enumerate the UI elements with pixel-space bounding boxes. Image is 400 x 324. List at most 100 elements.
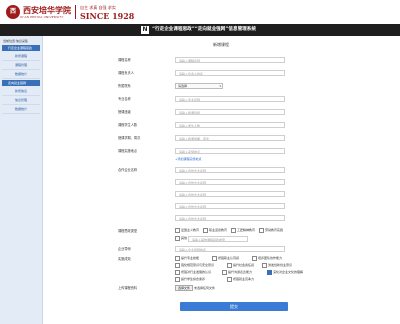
- enterprise-input-5[interactable]: 请输入合作企业名称: [175, 215, 285, 221]
- sidebar-item-stats-2[interactable]: 数据统计: [2, 105, 40, 114]
- field-label: 授课学期、周次: [118, 136, 141, 140]
- effect-option[interactable]: 培养团队协作能力: [252, 255, 282, 261]
- logo-since-block: 自主 求真 自强 求实 SINCE 1928: [80, 4, 134, 20]
- type-option[interactable]: 爱国主义教育: [175, 227, 199, 233]
- enterprise-input-2[interactable]: 请输入合作企业名称: [175, 179, 285, 185]
- enterprise-input-4[interactable]: 请输入合作企业名称: [175, 203, 285, 209]
- other-type-input[interactable]: 请输入其他课程思政类型: [188, 236, 248, 242]
- submit-button[interactable]: 提交: [180, 302, 288, 311]
- logo-name: 西安培华学院: [23, 4, 71, 15]
- add-location-link[interactable]: +添加课程实施地点: [175, 155, 202, 163]
- field-label: 上传课程资料: [118, 286, 138, 290]
- logo-divider: [75, 5, 76, 19]
- semester-input[interactable]: 请输入授课学期、周次: [175, 135, 285, 141]
- effect-option[interactable]: 增强对行业发展的认识: [175, 269, 211, 275]
- option-label: 增强对行业发展的认识: [181, 270, 212, 274]
- field-label: 授课班级: [118, 110, 131, 114]
- enterprise-input-1[interactable]: 请输入合作企业名称: [175, 167, 285, 173]
- field-label: 课程学生人数: [118, 123, 138, 127]
- form-row: 提升学生综合素养 增强就业竞争力: [42, 276, 400, 284]
- form-row: 授课班级 请输入授课班级: [42, 108, 400, 116]
- student-count-input[interactable]: 请输入学生人数: [175, 122, 285, 128]
- form-row: 专业名称 请输入专业名称: [42, 95, 400, 103]
- form-row: 请输入合作企业名称: [42, 190, 400, 198]
- sidebar-item-add-info[interactable]: 新增信息: [2, 87, 40, 96]
- option-label: 培养团队协作能力: [258, 256, 283, 260]
- option-label: 增强职业认同感: [218, 256, 240, 260]
- effect-option[interactable]: 提升沟通表达能力: [222, 269, 252, 275]
- effect-option[interactable]: 提升专业技能: [175, 255, 199, 261]
- option-label: 增强就业竞争力: [233, 277, 255, 281]
- checkbox-icon: [175, 227, 180, 233]
- checkbox-icon: [212, 255, 217, 261]
- form-row: 课程负责人 请输入负责人姓名: [42, 69, 400, 77]
- option-label: 提升学生综合素养: [181, 277, 206, 281]
- checkbox-icon: [175, 269, 180, 275]
- file-status: 未选择任何文件: [194, 286, 216, 290]
- effect-option[interactable]: 增强就业竞争力: [227, 276, 254, 282]
- sidebar-item-course-manage[interactable]: 课程管理: [2, 61, 40, 70]
- checkbox-icon: [262, 262, 267, 268]
- sidebar-item-stats[interactable]: 数据统计: [2, 70, 40, 79]
- option-label: 激发创新创业意识: [268, 263, 293, 267]
- option-label: 工匠精神教育: [237, 228, 256, 232]
- effect-option[interactable]: 深化对企业文化的理解: [267, 269, 303, 275]
- system-banner: N “行走企业课程思政”“走向就业强网”信息管理系统: [0, 24, 400, 36]
- field-label: 课程思政类型: [118, 229, 138, 233]
- system-title: “行走企业课程思政”“走向就业强网”信息管理系统: [152, 27, 256, 32]
- sidebar-item-add-course[interactable]: 新增课程: [2, 52, 40, 61]
- type-option-other[interactable]: 其他: [175, 235, 187, 241]
- class-input[interactable]: 请输入授课班级: [175, 109, 285, 115]
- option-label: 强化规范意识与安全意识: [181, 263, 215, 267]
- effect-option[interactable]: 增强职业认同感: [212, 255, 239, 261]
- field-label: 课程负责人: [118, 71, 134, 75]
- form-row: 课程思政类型 爱国主义教育 职业道德教育 工匠精神教育 劳动教育实践: [42, 227, 400, 235]
- sidebar: 当前位置:信息采集 行走企业课程思政 新增课程 课程管理 数据统计 走向就业强网…: [0, 36, 43, 324]
- option-label: 劳动教育实践: [265, 228, 284, 232]
- checkbox-icon: [227, 262, 232, 268]
- field-label: 专业名称: [118, 97, 131, 101]
- effect-option[interactable]: 提升学生综合素养: [175, 276, 205, 282]
- form-row: 授课学期、周次 请输入授课学期、周次: [42, 134, 400, 142]
- effect-option[interactable]: 强化规范意识与安全意识: [175, 262, 214, 268]
- department-select[interactable]: 请选择 ▾: [175, 83, 223, 89]
- option-label: 其他: [181, 236, 188, 240]
- course-name-input[interactable]: 请输入课程名称: [175, 57, 285, 63]
- checkbox-checked-icon: [267, 269, 272, 275]
- option-label: 提升沟通表达能力: [228, 270, 253, 274]
- logo-english: XI'AN PEIHUA UNIVERSITY: [20, 14, 64, 19]
- type-option[interactable]: 劳动教育实践: [259, 227, 283, 233]
- option-label: 爱国主义教育: [181, 228, 200, 232]
- breadcrumb: 当前位置:信息采集: [3, 39, 29, 43]
- checkbox-icon: [231, 227, 236, 233]
- choose-file-button[interactable]: 选择文件: [175, 285, 194, 291]
- course-owner-input[interactable]: 请输入负责人姓名: [175, 70, 285, 76]
- form-row: 合作企业名称 请输入合作企业名称: [42, 166, 400, 174]
- sidebar-group-head[interactable]: 行走企业课程思政: [2, 45, 40, 51]
- form-row: 课程实施地点 请输入实施地点: [42, 147, 400, 155]
- type-option[interactable]: 工匠精神教育: [231, 227, 255, 233]
- effect-option[interactable]: 提升社会责任感: [227, 262, 254, 268]
- main-form: 新增课程 课程名称 请输入课程名称 课程负责人 请输入负责人姓名 所属院系 请选…: [42, 36, 400, 324]
- form-row: 其他 请输入其他课程思政类型: [42, 235, 400, 243]
- logo-title-block: 西安培华学院 XI'AN PEIHUA UNIVERSITY: [20, 4, 71, 19]
- option-label: 深化对企业文化的理解: [273, 270, 304, 274]
- field-label: 合作企业名称: [118, 168, 138, 172]
- type-option[interactable]: 职业道德教育: [203, 227, 227, 233]
- sidebar-item-info-manage[interactable]: 信息管理: [2, 96, 40, 105]
- form-row: +添加课程实施地点: [42, 155, 400, 163]
- field-label: 课程名称: [118, 58, 131, 62]
- checkbox-icon: [222, 269, 227, 275]
- teacher-input[interactable]: 请输入企业导师姓名: [175, 246, 285, 252]
- page: 西 西安培华学院 XI'AN PEIHUA UNIVERSITY 自主 求真 自…: [0, 0, 400, 324]
- location-input[interactable]: 请输入实施地点: [175, 148, 285, 154]
- checkbox-icon: [227, 276, 232, 282]
- university-logo[interactable]: 西 西安培华学院 XI'AN PEIHUA UNIVERSITY 自主 求真 自…: [6, 3, 134, 21]
- form-row: 请输入合作企业名称: [42, 178, 400, 186]
- effect-option[interactable]: 激发创新创业意识: [262, 262, 292, 268]
- checkbox-icon: [252, 255, 257, 261]
- sidebar-group-head[interactable]: 走向就业强网: [2, 80, 40, 86]
- department-select-value: 请选择: [178, 84, 188, 88]
- major-input[interactable]: 请输入专业名称: [175, 96, 285, 102]
- enterprise-input-3[interactable]: 请输入合作企业名称: [175, 191, 285, 197]
